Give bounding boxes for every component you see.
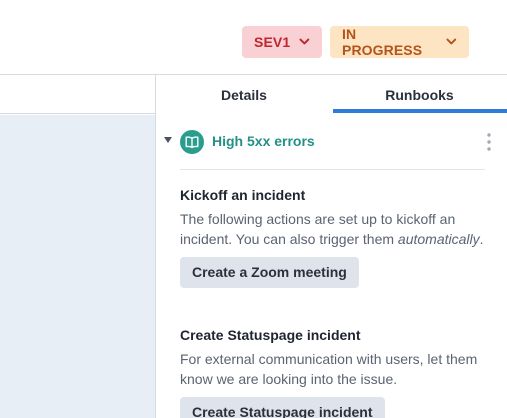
left-pane xyxy=(0,75,155,418)
status-label: IN PROGRESS xyxy=(342,26,423,58)
runbook-title[interactable]: High 5xx errors xyxy=(212,133,315,149)
book-icon xyxy=(180,130,204,154)
left-pane-content xyxy=(0,115,155,418)
chevron-down-icon xyxy=(446,38,457,45)
caret-down-icon[interactable] xyxy=(164,137,172,143)
status-dropdown[interactable]: IN PROGRESS xyxy=(330,26,469,58)
create-zoom-meeting-button[interactable]: Create a Zoom meeting xyxy=(180,257,359,288)
runbook-header: High 5xx errors xyxy=(156,114,507,170)
severity-label: SEV1 xyxy=(254,34,291,50)
incident-header: SEV1 IN PROGRESS xyxy=(0,0,507,75)
divider xyxy=(180,169,485,170)
step-description: The following actions are set up to kick… xyxy=(180,211,484,247)
left-pane-toolbar xyxy=(0,75,155,114)
step-description-emphasis: automatically xyxy=(397,231,480,247)
step-title: Create Statuspage incident xyxy=(180,327,361,343)
create-statuspage-incident-button[interactable]: Create Statuspage incident xyxy=(180,397,385,418)
step-title: Kickoff an incident xyxy=(180,187,306,203)
severity-dropdown[interactable]: SEV1 xyxy=(242,26,322,58)
kebab-menu-icon[interactable] xyxy=(484,132,494,152)
runbook-step-kickoff: Kickoff an incident The following action… xyxy=(180,187,490,288)
runbook-step-statuspage: Create Statuspage incident For external … xyxy=(180,327,490,418)
active-tab-indicator xyxy=(333,109,507,113)
step-description: For external communication with users, l… xyxy=(180,351,478,387)
chevron-down-icon xyxy=(299,38,310,45)
tab-details[interactable]: Details xyxy=(156,75,332,114)
